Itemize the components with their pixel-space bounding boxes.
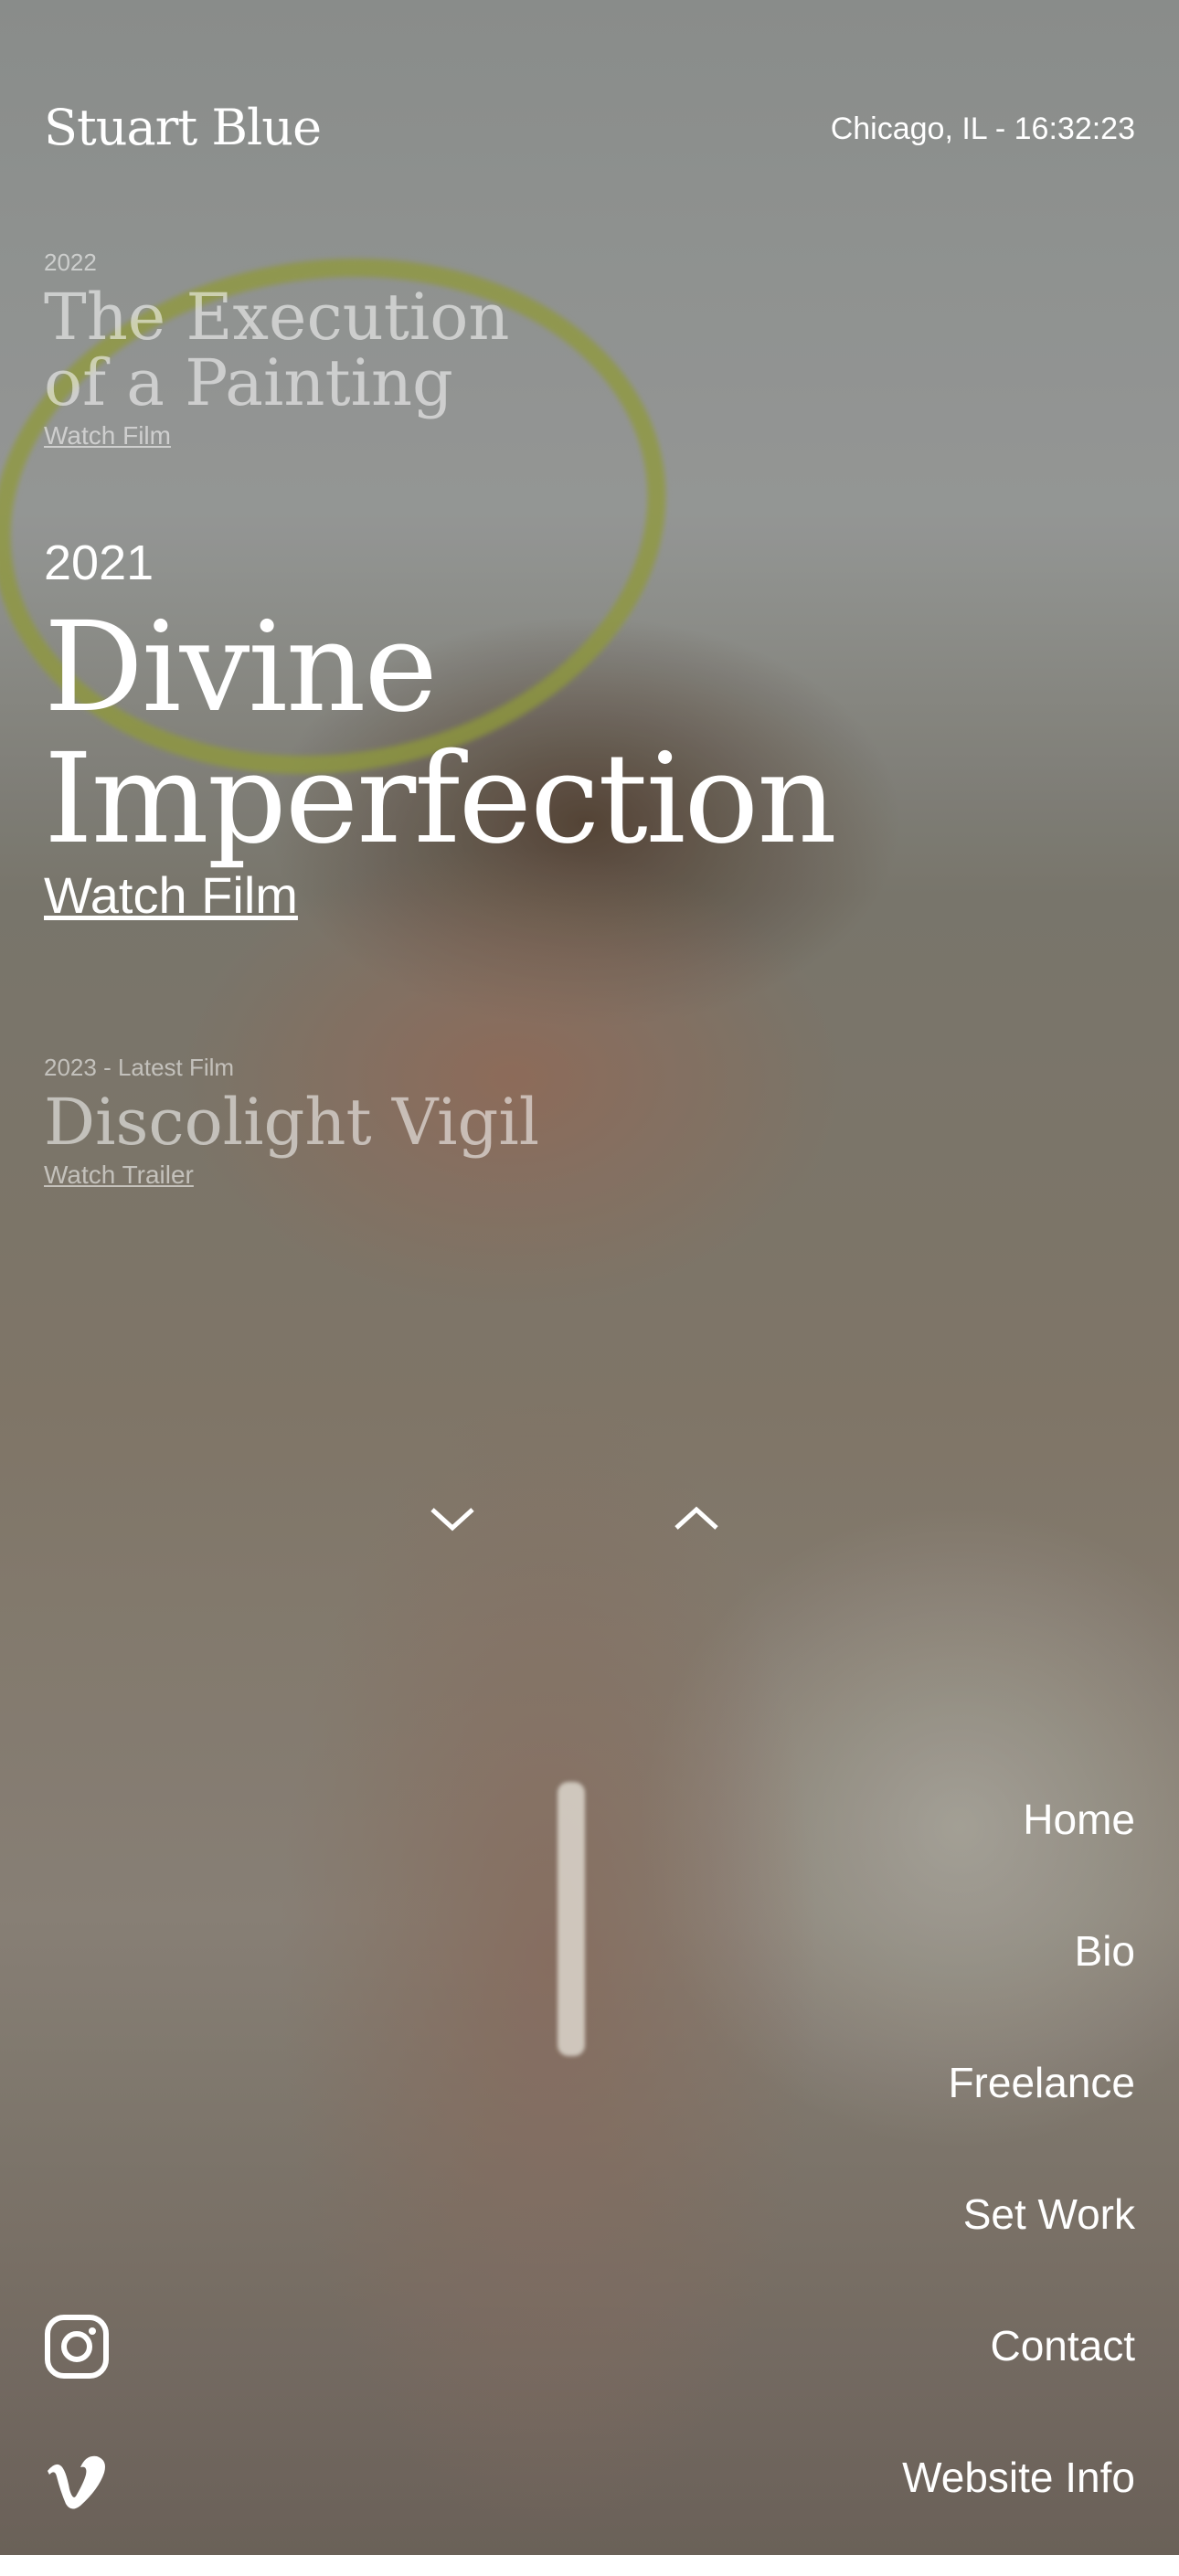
nav-item-contact[interactable]: Contact bbox=[902, 2313, 1135, 2444]
site-logo[interactable]: Stuart Blue bbox=[44, 99, 322, 156]
main-nav: Home Bio Freelance Set Work Contact Webs… bbox=[902, 1786, 1135, 2576]
chevron-down-icon[interactable] bbox=[425, 1491, 480, 1546]
watch-film-link[interactable]: Watch Film bbox=[44, 421, 171, 451]
chevron-up-icon[interactable] bbox=[669, 1491, 724, 1546]
film-year: 2021 bbox=[44, 535, 154, 590]
watch-trailer-link[interactable]: Watch Trailer bbox=[44, 1161, 194, 1190]
nav-item-home[interactable]: Home bbox=[902, 1786, 1135, 1918]
nav-item-website-info[interactable]: Website Info bbox=[902, 2444, 1135, 2576]
film-item-execution: 2022 The Execution of a Painting Watch F… bbox=[44, 249, 556, 451]
instagram-icon[interactable] bbox=[44, 2314, 110, 2380]
location-clock: Chicago, IL - 16:32:23 bbox=[830, 111, 1135, 146]
nav-item-set-work[interactable]: Set Work bbox=[902, 2181, 1135, 2313]
film-title: Divine Imperfection bbox=[44, 596, 837, 872]
nav-item-freelance[interactable]: Freelance bbox=[902, 2050, 1135, 2181]
film-year: 2023 - Latest Film bbox=[44, 1054, 235, 1081]
film-year: 2022 bbox=[44, 249, 97, 276]
film-title: Discolight Vigil bbox=[44, 1085, 540, 1160]
film-item-divine-imperfection: 2021 Divine Imperfection Watch Film bbox=[44, 535, 866, 925]
vimeo-icon[interactable] bbox=[44, 2449, 110, 2515]
watch-film-link[interactable]: Watch Film bbox=[44, 865, 298, 925]
nav-item-bio[interactable]: Bio bbox=[902, 1918, 1135, 2050]
film-item-discolight-vigil: 2023 - Latest Film Discolight Vigil Watc… bbox=[44, 1054, 539, 1190]
film-title: The Execution of a Painting bbox=[44, 280, 510, 420]
